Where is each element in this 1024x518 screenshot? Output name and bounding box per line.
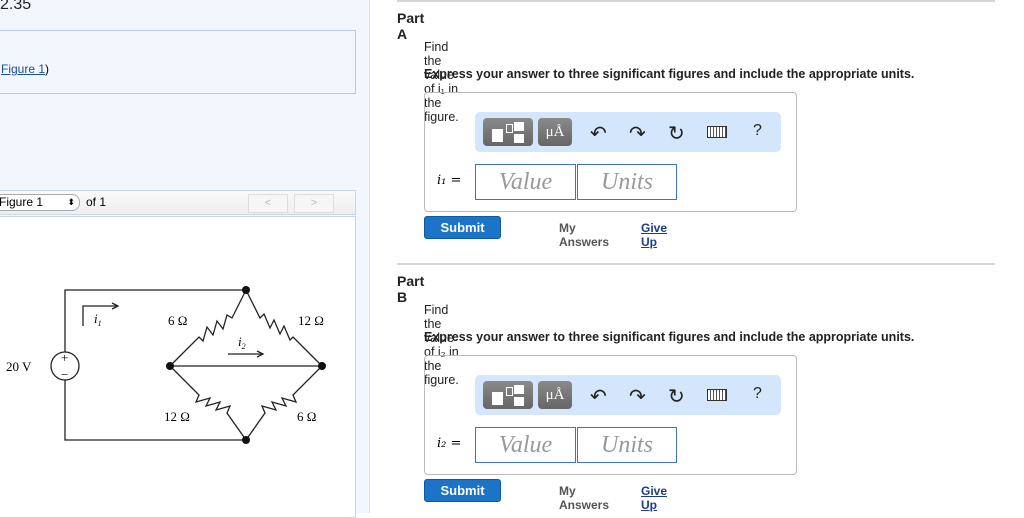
r-bottom-left-label: 12 Ω (164, 409, 190, 424)
units-input[interactable]: Units (577, 164, 677, 200)
give-up-link[interactable]: Give Up (641, 221, 667, 249)
templates-button[interactable] (483, 381, 533, 409)
i1-label: i1 (94, 311, 102, 328)
instruction: Express your answer to three significant… (424, 67, 915, 81)
answer-box: μÅ ↶ ↷ ↻ ? i₁ = Value Units (424, 92, 797, 212)
submit-button[interactable]: Submit (424, 216, 501, 239)
r-top-left-label: 6 Ω (168, 313, 187, 328)
help-button[interactable]: ? (753, 385, 762, 403)
divider (397, 0, 995, 2)
answer-box: μÅ ↶ ↷ ↻ ? i₂ = Value Units (424, 355, 797, 475)
my-answers-label: My Answers (559, 484, 610, 512)
i2-label: i2 (238, 334, 246, 351)
units-button[interactable]: μÅ (538, 381, 572, 409)
figure-panel: 2.35 Figure 1) Figure 1 ⬍ of 1 < > 20 V +… (0, 0, 370, 518)
reset-icon[interactable]: ↻ (668, 384, 685, 409)
units-button[interactable]: μÅ (538, 118, 572, 146)
keyboard-icon[interactable] (707, 389, 727, 401)
templates-button[interactable] (483, 118, 533, 146)
give-up-link[interactable]: Give Up (641, 484, 667, 512)
divider (397, 263, 995, 265)
r-bottom-right-label: 6 Ω (297, 409, 316, 424)
part-title: Part A (397, 10, 425, 42)
math-toolbar: μÅ ↶ ↷ ↻ ? (475, 375, 781, 415)
my-answers-label: My Answers (559, 221, 610, 249)
redo-icon[interactable]: ↷ (629, 384, 646, 409)
answer-label: i₂ = (437, 436, 462, 451)
undo-icon[interactable]: ↶ (590, 121, 607, 146)
part-title: Part B (397, 273, 425, 305)
source-label: 20 V (6, 359, 32, 374)
math-toolbar: μÅ ↶ ↷ ↻ ? (475, 112, 781, 152)
reset-icon[interactable]: ↻ (668, 121, 685, 146)
answer-label: i₁ = (437, 173, 462, 188)
units-input[interactable]: Units (577, 427, 677, 463)
submit-button[interactable]: Submit (424, 479, 501, 502)
value-input[interactable]: Value (475, 427, 576, 463)
undo-icon[interactable]: ↶ (590, 384, 607, 409)
help-button[interactable]: ? (753, 122, 762, 140)
r-top-right-label: 12 Ω (298, 313, 324, 328)
value-input[interactable]: Value (475, 164, 576, 200)
instruction: Express your answer to three significant… (424, 330, 915, 344)
circuit-diagram: 20 V + − 6 Ω 12 Ω 12 Ω 6 Ω i1 i2 (6, 286, 326, 444)
keyboard-icon[interactable] (707, 126, 727, 138)
redo-icon[interactable]: ↷ (629, 121, 646, 146)
minus-sign: − (61, 367, 68, 382)
plus-sign: + (61, 350, 68, 365)
